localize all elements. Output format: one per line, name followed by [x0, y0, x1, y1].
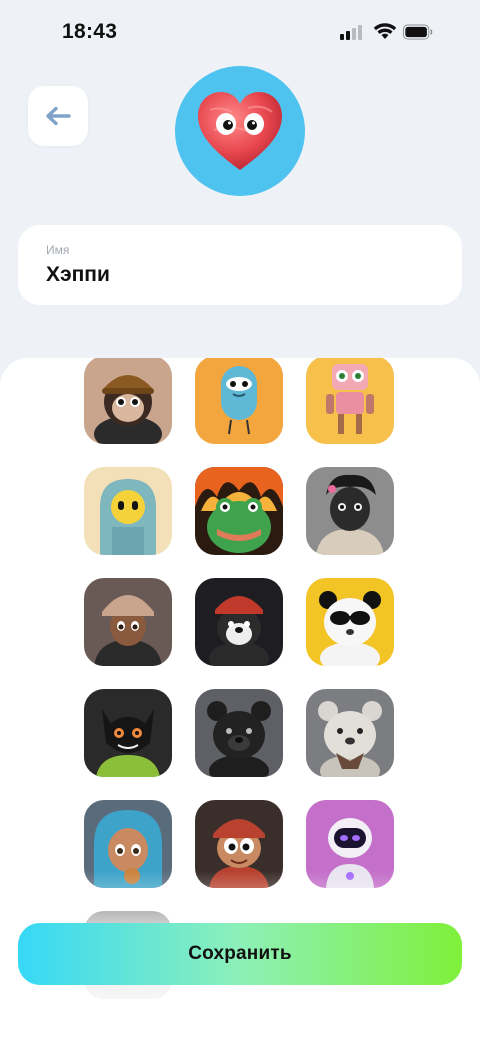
hooded-emoji-icon — [84, 467, 172, 555]
panda-icon — [306, 578, 394, 666]
dog-beanie-icon — [195, 578, 283, 666]
status-time: 18:43 — [62, 20, 118, 43]
name-label: Имя — [46, 243, 70, 257]
avatar-option-monkey[interactable] — [84, 358, 172, 444]
save-button-label: Сохранить — [188, 943, 292, 964]
save-button[interactable]: Сохранить — [18, 923, 462, 985]
masked-boy-icon — [306, 467, 394, 555]
fire-frog-icon — [195, 467, 283, 555]
battery-icon — [403, 24, 433, 40]
blue-monster-icon — [195, 358, 283, 444]
name-field[interactable]: Имя Хэппи — [18, 225, 462, 305]
wifi-icon — [373, 23, 397, 39]
cellular-signal-icon — [340, 24, 366, 40]
name-input[interactable]: Хэппи — [46, 263, 110, 287]
back-button[interactable] — [28, 86, 88, 146]
pink-robot-icon — [306, 358, 394, 444]
status-bar: 18:43 — [0, 0, 480, 64]
avatar-option-grey-bear[interactable] — [306, 689, 394, 777]
heart-character-icon — [198, 92, 282, 170]
avatar-option-fire-frog[interactable] — [195, 467, 283, 555]
black-cat-icon — [84, 689, 172, 777]
avatar-option-black-bear[interactable] — [195, 689, 283, 777]
monkey-icon — [84, 358, 172, 444]
avatar-option-hooded-emoji[interactable] — [84, 467, 172, 555]
avatar-option-panda[interactable] — [306, 578, 394, 666]
avatar-option-masked-boy[interactable] — [306, 467, 394, 555]
avatar[interactable] — [175, 66, 305, 196]
girl-beanie-icon — [84, 578, 172, 666]
avatar-option-black-cat[interactable] — [84, 689, 172, 777]
avatar-option-girl-beanie[interactable] — [84, 578, 172, 666]
black-bear-icon — [195, 689, 283, 777]
arrow-left-icon — [46, 106, 71, 126]
avatar-option-pink-robot[interactable] — [306, 358, 394, 444]
avatar-option-blue-monster[interactable] — [195, 358, 283, 444]
grey-bear-icon — [306, 689, 394, 777]
avatar-option-dog-beanie[interactable] — [195, 578, 283, 666]
